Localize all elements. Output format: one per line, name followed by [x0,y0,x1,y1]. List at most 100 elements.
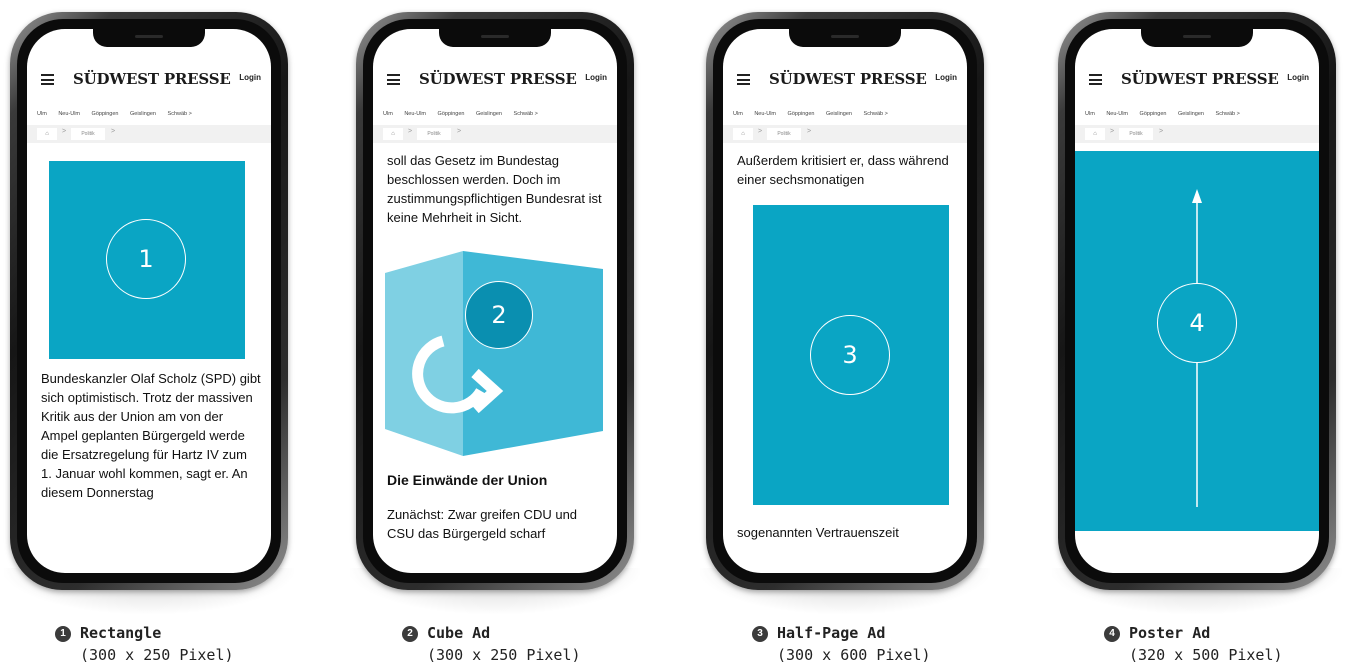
chevron-right-icon: > [807,128,812,135]
breadcrumb: ⌂ > Politik > [27,125,271,143]
home-icon[interactable]: ⌂ [733,128,753,140]
phone-mockup-half-page: SÜDWEST PRESSE Login Ulm Neu-Ulm Göpping… [700,4,990,614]
site-logo[interactable]: SÜDWEST PRESSE [73,70,231,88]
number-badge-icon: 2 [402,626,418,642]
login-link[interactable]: Login [585,73,607,82]
phone-notch [789,29,901,47]
breadcrumb-item[interactable]: Politik [417,128,451,140]
chevron-right-icon: > [408,128,413,135]
caption-size: (300 x 600 Pixel) [777,646,931,664]
phone-notch [1141,29,1253,47]
article-paragraph: Außerdem kritisiert er, dass während ein… [737,153,949,187]
phone-screen: SÜDWEST PRESSE Login Ulm Neu-Ulm Göpping… [723,29,967,573]
section-nav: Ulm Neu-Ulm Göppingen Geislingen Schwäb … [373,111,617,121]
chevron-right-icon: > [758,128,763,135]
breadcrumb-item[interactable]: Politik [71,128,105,140]
hamburger-menu-icon[interactable] [1089,74,1102,85]
nav-item[interactable]: Ulm [733,111,743,117]
hamburger-menu-icon[interactable] [387,74,400,85]
nav-item[interactable]: Neu-Ulm [754,111,776,117]
phone-frame: SÜDWEST PRESSE Login Ulm Neu-Ulm Göpping… [356,12,634,590]
phone-frame: SÜDWEST PRESSE Login Ulm Neu-Ulm Göpping… [10,12,288,590]
nav-item[interactable]: Göppingen [1140,111,1167,117]
nav-item[interactable]: Ulm [37,111,47,117]
section-nav: Ulm Neu-Ulm Göppingen Geislingen Schwäb … [1075,111,1319,121]
rectangle-ad[interactable]: 1 [49,161,245,359]
login-link[interactable]: Login [1287,73,1309,82]
home-icon[interactable]: ⌂ [1085,128,1105,140]
number-badge-icon: 1 [55,626,71,642]
nav-item[interactable]: Schwäb > [1216,111,1240,117]
site-logo[interactable]: SÜDWEST PRESSE [419,70,577,88]
number-badge-icon: 4 [1104,626,1120,642]
caption-title: Rectangle [80,624,162,642]
breadcrumb: ⌂ > Politik > [723,125,967,143]
breadcrumb-item[interactable]: Politik [767,128,801,140]
nav-item[interactable]: Ulm [383,111,393,117]
ad-number-badge: 2 [465,281,533,349]
section-nav: Ulm Neu-Ulm Göppingen Geislingen Schwäb … [723,111,967,121]
nav-item[interactable]: Geislingen [826,111,852,117]
caption-title: Cube Ad [427,624,491,642]
article-paragraph: Zunächst: Zwar greifen CDU und CSU das B… [387,507,578,541]
chevron-right-icon: > [62,128,67,135]
phone-screen: SÜDWEST PRESSE Login Ulm Neu-Ulm Göpping… [373,29,617,573]
caption-size: (300 x 250 Pixel) [427,646,581,664]
phone-frame: SÜDWEST PRESSE Login Ulm Neu-Ulm Göpping… [1058,12,1336,590]
section-nav: Ulm Neu-Ulm Göppingen Geislingen Schwäb … [27,111,271,121]
phone-screen: SÜDWEST PRESSE Login Ulm Neu-Ulm Göpping… [27,29,271,573]
nav-item[interactable]: Schwäb > [514,111,538,117]
nav-item[interactable]: Neu-Ulm [1106,111,1128,117]
nav-item[interactable]: Geislingen [1178,111,1204,117]
article-paragraph: sogenannten Vertrauenszeit [737,525,899,540]
ad-number-badge: 1 [106,219,186,299]
home-icon[interactable]: ⌂ [383,128,403,140]
site-header: SÜDWEST PRESSE Login [373,69,617,91]
article-paragraph: soll das Gesetz im Bundestag beschlossen… [387,153,602,225]
nav-item[interactable]: Schwäb > [168,111,192,117]
caption-title: Half-Page Ad [777,624,886,642]
phone-frame: SÜDWEST PRESSE Login Ulm Neu-Ulm Göpping… [706,12,984,590]
site-logo[interactable]: SÜDWEST PRESSE [1121,70,1279,88]
site-header: SÜDWEST PRESSE Login [27,69,271,91]
nav-item[interactable]: Göppingen [438,111,465,117]
login-link[interactable]: Login [935,73,957,82]
caption-size: (320 x 500 Pixel) [1129,646,1283,664]
phone-mockup-cube: SÜDWEST PRESSE Login Ulm Neu-Ulm Göpping… [350,4,640,614]
phone-notch [93,29,205,47]
ad-number-badge: 3 [810,315,890,395]
nav-item[interactable]: Neu-Ulm [58,111,80,117]
nav-item[interactable]: Göppingen [92,111,119,117]
hamburger-menu-icon[interactable] [737,74,750,85]
login-link[interactable]: Login [239,73,261,82]
nav-item[interactable]: Geislingen [476,111,502,117]
hamburger-menu-icon[interactable] [41,74,54,85]
nav-item[interactable]: Schwäb > [864,111,888,117]
phone-screen: SÜDWEST PRESSE Login Ulm Neu-Ulm Göpping… [1075,29,1319,573]
breadcrumb: ⌂ > Politik > [1075,125,1319,143]
nav-item[interactable]: Geislingen [130,111,156,117]
home-icon[interactable]: ⌂ [37,128,57,140]
half-page-ad[interactable]: 3 [753,205,949,505]
breadcrumb: ⌂ > Politik > [373,125,617,143]
phone-mockup-poster: SÜDWEST PRESSE Login Ulm Neu-Ulm Göpping… [1052,4,1342,614]
caption-title: Poster Ad [1129,624,1211,642]
chevron-right-icon: > [457,128,462,135]
chevron-right-icon: > [111,128,116,135]
chevron-right-icon: > [1159,128,1164,135]
phone-mockup-rectangle: SÜDWEST PRESSE Login Ulm Neu-Ulm Göpping… [4,4,294,614]
section-heading: Die Einwände der Union [387,472,548,488]
number-badge-icon: 3 [752,626,768,642]
phone-notch [439,29,551,47]
nav-item[interactable]: Ulm [1085,111,1095,117]
nav-item[interactable]: Neu-Ulm [404,111,426,117]
site-logo[interactable]: SÜDWEST PRESSE [769,70,927,88]
poster-ad[interactable]: 4 [1075,151,1319,531]
caption-size: (300 x 250 Pixel) [80,646,234,664]
site-header: SÜDWEST PRESSE Login [1075,69,1319,91]
chevron-right-icon: > [1110,128,1115,135]
breadcrumb-item[interactable]: Politik [1119,128,1153,140]
site-header: SÜDWEST PRESSE Login [723,69,967,91]
ad-number-badge: 4 [1157,283,1237,363]
nav-item[interactable]: Göppingen [788,111,815,117]
